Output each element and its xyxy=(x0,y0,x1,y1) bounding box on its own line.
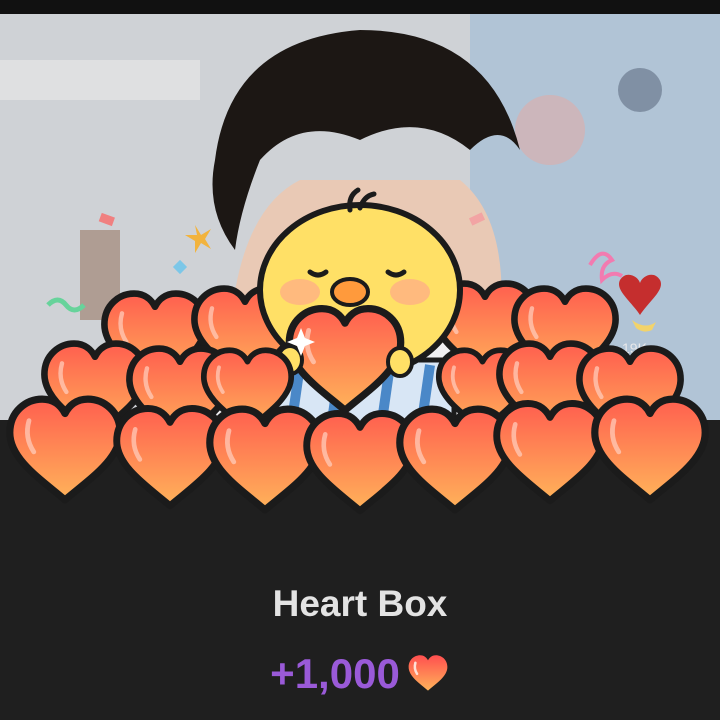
heart-decoration xyxy=(210,409,320,510)
heart-decoration xyxy=(10,399,120,500)
heart-decoration xyxy=(400,409,510,510)
gift-popup-screen: 19K Heart Box +1,000 xyxy=(0,0,720,720)
heart-decoration xyxy=(307,413,414,510)
heart-decoration xyxy=(497,403,604,500)
gift-amount: +1,000 xyxy=(270,650,400,697)
heart-icon xyxy=(408,655,448,691)
heart-decoration xyxy=(595,399,705,500)
heart-decoration xyxy=(117,408,224,505)
gift-amount-row: +1,000 xyxy=(0,650,720,698)
gift-title: Heart Box xyxy=(272,583,448,624)
